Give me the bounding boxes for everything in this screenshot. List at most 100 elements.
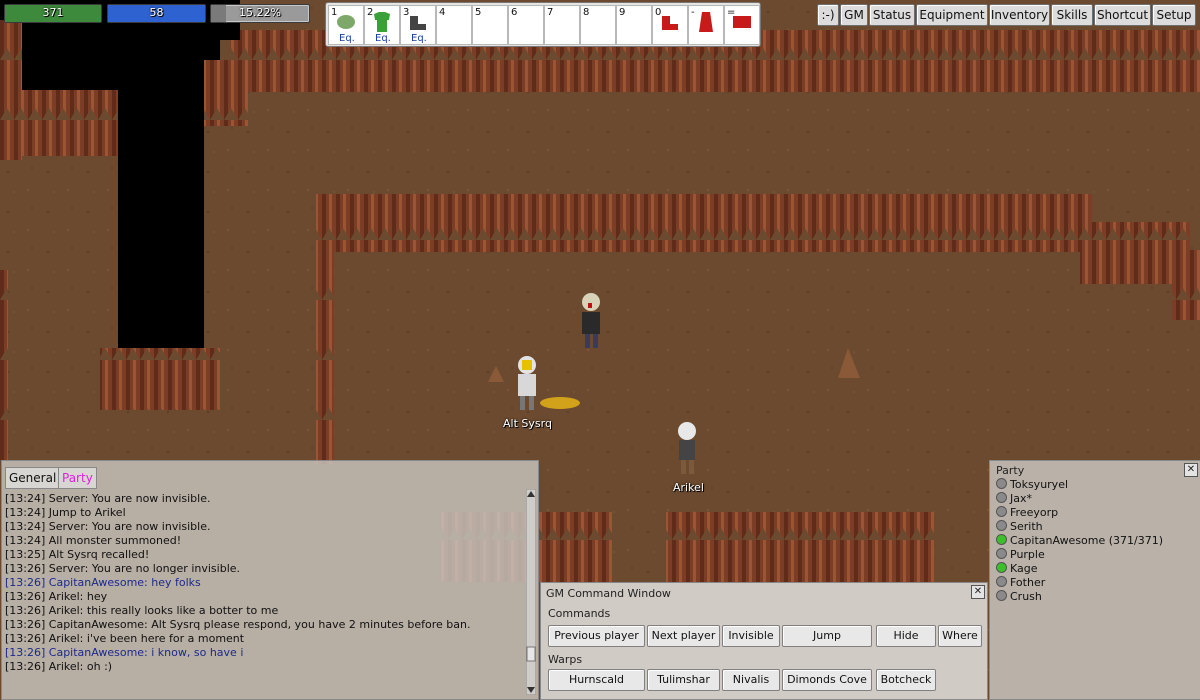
warp-botcheck-button[interactable]: Botcheck xyxy=(876,669,936,691)
warp-tulimshar-button[interactable]: Tulimshar xyxy=(647,669,720,691)
offline-status-icon xyxy=(996,506,1007,517)
shortcut-slot[interactable]: = xyxy=(724,5,760,45)
party-member-name: Serith xyxy=(1010,520,1043,533)
offline-status-icon xyxy=(996,492,1007,503)
close-icon[interactable]: ✕ xyxy=(1184,463,1198,477)
warp-hurnscald-button[interactable]: Hurnscald xyxy=(548,669,645,691)
gm-button[interactable]: GM xyxy=(840,4,868,26)
commands-label: Commands xyxy=(548,607,611,620)
equipped-label: Eq. xyxy=(339,33,355,44)
warp-nivalis-button[interactable]: Nivalis xyxy=(722,669,780,691)
boots-icon xyxy=(410,16,426,30)
close-icon[interactable]: ✕ xyxy=(971,585,985,599)
warp-dimonds-cove-button[interactable]: Dimonds Cove xyxy=(782,669,872,691)
offline-status-icon xyxy=(996,520,1007,531)
next-player-button[interactable]: Next player xyxy=(647,625,720,647)
party-member-name: Purple xyxy=(1010,548,1045,561)
shortcut-slot[interactable]: 6 xyxy=(508,5,544,45)
party-member[interactable]: Serith xyxy=(996,520,1043,534)
status-button[interactable]: Status xyxy=(869,4,915,26)
chat-line: [13:24] Server: You are now invisible. xyxy=(5,520,211,533)
chat-line: [13:24] Jump to Arikel xyxy=(5,506,126,519)
online-status-icon xyxy=(996,534,1007,545)
setup-button[interactable]: Setup xyxy=(1152,4,1196,26)
party-member[interactable]: Jax* xyxy=(996,492,1032,506)
shortcut-slot[interactable]: 7 xyxy=(544,5,580,45)
party-title: Party xyxy=(996,464,1025,477)
shortcut-slot[interactable]: 0 xyxy=(652,5,688,45)
inventory-button[interactable]: Inventory xyxy=(989,4,1050,26)
equipped-label: Eq. xyxy=(375,33,391,44)
chat-scrollbar[interactable] xyxy=(526,489,536,695)
xp-value: 15.22% xyxy=(239,6,281,19)
shortcut-slot[interactable]: 3 Eq. xyxy=(400,5,436,45)
party-member-name: CapitanAwesome (371/371) xyxy=(1010,534,1164,547)
hp-value: 371 xyxy=(42,6,64,19)
tab-general[interactable]: General xyxy=(5,467,61,489)
hide-button[interactable]: Hide xyxy=(876,625,936,647)
party-member[interactable]: Crush xyxy=(996,590,1042,604)
party-member-name: Fother xyxy=(1010,576,1046,589)
shortcut-slot[interactable]: 2 Eq. xyxy=(364,5,400,45)
party-member-name: Toksyuryel xyxy=(1010,478,1069,491)
chat-line: [13:26] Arikel: this really looks like a… xyxy=(5,604,279,617)
red-shoes-icon xyxy=(662,16,678,30)
shortcut-slot[interactable]: 4 xyxy=(436,5,472,45)
chat-line: [13:24] Server: You are now invisible. xyxy=(5,492,211,505)
item-shortcut-bar: 1 Eq. 2 Eq. 3 Eq. 4 5 6 7 8 9 0- = xyxy=(325,2,761,47)
invisible-button[interactable]: Invisible xyxy=(722,625,780,647)
chat-line: [13:26] Arikel: oh :) xyxy=(5,660,113,673)
chat-line: [13:26] CapitanAwesome: hey folks xyxy=(5,576,201,589)
smiley-button[interactable]: :-) xyxy=(817,4,839,26)
offline-status-icon xyxy=(996,548,1007,559)
chat-window: General Party [13:24] Server: You are no… xyxy=(1,460,539,700)
chat-line: [13:26] Server: You are no longer invisi… xyxy=(5,562,241,575)
chat-log: [13:24] Server: You are now invisible. [1… xyxy=(5,492,523,674)
shortcut-slot-number: 9 xyxy=(619,7,626,18)
gm-window-title: GM Command Window xyxy=(546,587,671,600)
chat-line: [13:25] Alt Sysrq recalled! xyxy=(5,548,150,561)
hp-bar: 371 xyxy=(4,4,102,23)
shortcut-slot[interactable]: 9 xyxy=(616,5,652,45)
shortcut-slot-number: 7 xyxy=(547,7,554,18)
where-button[interactable]: Where xyxy=(938,625,982,647)
xp-bar: 15.22% xyxy=(210,4,310,23)
jump-button[interactable]: Jump xyxy=(782,625,872,647)
character-name-label: Alt Sysrq xyxy=(503,417,552,430)
offline-status-icon xyxy=(996,478,1007,489)
party-member[interactable]: Toksyuryel xyxy=(996,478,1068,492)
party-member-name: Freeyorp xyxy=(1010,506,1059,519)
chat-line: [13:24] All monster summoned! xyxy=(5,534,182,547)
warps-label: Warps xyxy=(548,653,583,666)
gm-command-window: GM Command Window ✕ Commands Warps Previ… xyxy=(540,582,988,700)
chat-line: [13:26] CapitanAwesome: Alt Sysrq please… xyxy=(5,618,471,631)
party-member[interactable]: Freeyorp xyxy=(996,506,1058,520)
shortcut-slot-number: 4 xyxy=(439,7,446,18)
red-robe-icon xyxy=(699,12,713,32)
previous-player-button[interactable]: Previous player xyxy=(548,625,645,647)
mp-value: 58 xyxy=(149,6,164,19)
online-status-icon xyxy=(996,562,1007,573)
party-member[interactable]: Purple xyxy=(996,548,1045,562)
offline-status-icon xyxy=(996,590,1007,601)
tab-party[interactable]: Party xyxy=(58,467,97,489)
party-member[interactable]: CapitanAwesome (371/371) xyxy=(996,534,1163,548)
shortcut-button[interactable]: Shortcut xyxy=(1094,4,1151,26)
party-member[interactable]: Kage xyxy=(996,562,1038,576)
gold-pile[interactable] xyxy=(540,397,580,409)
party-member[interactable]: Fother xyxy=(996,576,1045,590)
chat-line: [13:26] CapitanAwesome: i know, so have … xyxy=(5,646,244,659)
offline-status-icon xyxy=(996,576,1007,587)
skills-button[interactable]: Skills xyxy=(1051,4,1093,26)
shortcut-slot[interactable]: 5 xyxy=(472,5,508,45)
shortcut-slot-number: 8 xyxy=(583,7,590,18)
shortcut-slot[interactable]: 8 xyxy=(580,5,616,45)
equipment-button[interactable]: Equipment xyxy=(916,4,988,26)
shortcut-slot[interactable]: 1 Eq. xyxy=(328,5,364,45)
shortcut-slot-number: 6 xyxy=(511,7,518,18)
equipped-label: Eq. xyxy=(411,33,427,44)
shortcut-slot-number: 5 xyxy=(475,7,482,18)
shortcut-slot[interactable]: - xyxy=(688,5,724,45)
mp-bar: 58 xyxy=(107,4,206,23)
party-window: Party ✕ Toksyuryel Jax* Freeyorp Serith Capi… xyxy=(989,460,1200,700)
